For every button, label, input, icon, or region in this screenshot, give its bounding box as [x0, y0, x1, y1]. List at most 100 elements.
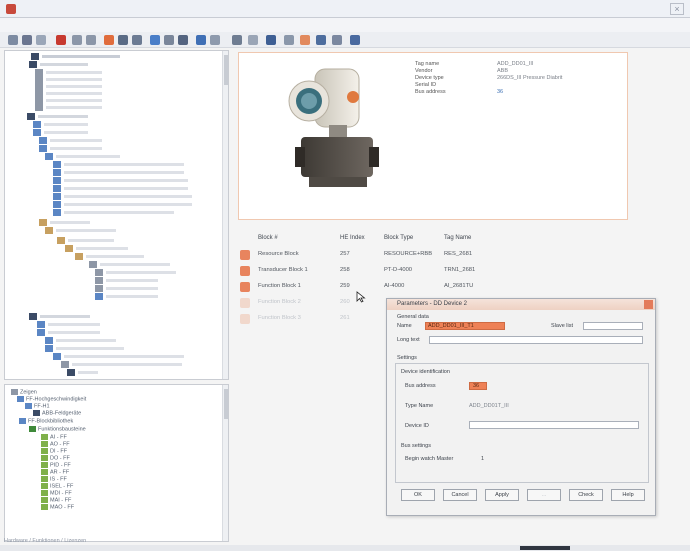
tree-node[interactable] — [53, 177, 188, 184]
tree-node[interactable] — [53, 201, 192, 208]
catalog-node[interactable]: Zeigen — [11, 389, 37, 395]
catalog-node[interactable]: DO - FF — [41, 455, 70, 461]
connect-icon[interactable] — [150, 35, 160, 45]
tree-node[interactable] — [53, 169, 184, 176]
tree-scrollbar[interactable] — [222, 51, 228, 379]
tool-icon[interactable] — [178, 35, 188, 45]
tree-node[interactable] — [89, 261, 170, 268]
tool-icon[interactable] — [316, 35, 326, 45]
device-id-input[interactable] — [469, 421, 639, 429]
catalog-node[interactable]: MAI - FF — [41, 497, 71, 503]
tree-node[interactable] — [57, 237, 114, 244]
catalog-node[interactable]: Funktionsbausteine — [29, 426, 86, 432]
tree-node[interactable] — [31, 53, 120, 60]
tool-icon[interactable] — [164, 35, 174, 45]
tool-icon[interactable] — [104, 35, 114, 45]
tree-node[interactable] — [33, 121, 88, 128]
copy-icon[interactable] — [72, 35, 82, 45]
catalog-node[interactable]: FF-Blockbibliothek — [19, 418, 73, 424]
check-button[interactable]: Check — [569, 489, 603, 501]
bus-address-input[interactable]: 36 — [469, 382, 487, 390]
tree-node[interactable] — [53, 193, 192, 200]
tree-node[interactable] — [95, 269, 176, 276]
tree-node[interactable] — [45, 337, 116, 344]
catalog-node[interactable]: IS - FF — [41, 476, 67, 482]
tree-node[interactable] — [95, 277, 158, 284]
paste-icon[interactable] — [86, 35, 96, 45]
back-icon[interactable] — [8, 35, 18, 45]
catalog-node[interactable]: AR - FF — [41, 469, 69, 475]
tree-node[interactable] — [53, 209, 174, 216]
tree-node[interactable] — [35, 104, 102, 111]
tree-node[interactable] — [39, 219, 90, 226]
tree-node[interactable] — [95, 285, 158, 292]
ok-button[interactable]: OK — [401, 489, 435, 501]
tree-node[interactable] — [45, 227, 116, 234]
tree-node[interactable] — [29, 61, 88, 68]
tree-node[interactable] — [75, 253, 144, 260]
long-text-input[interactable] — [429, 336, 643, 344]
catalog-node[interactable]: MDI - FF — [41, 490, 72, 496]
tool-icon[interactable] — [284, 35, 294, 45]
tool-icon[interactable] — [232, 35, 242, 45]
name-input[interactable]: ADD_DD01_III_T1 — [425, 322, 505, 330]
tree-node[interactable] — [65, 245, 128, 252]
help-button[interactable]: Help — [611, 489, 645, 501]
catalog-node[interactable]: PID - FF — [41, 462, 71, 468]
catalog-node[interactable]: FF-H1 — [25, 403, 50, 409]
column-header[interactable]: Tag Name — [444, 232, 471, 244]
dialog-close-icon[interactable] — [644, 300, 653, 309]
tool-icon[interactable] — [132, 35, 142, 45]
project-tree[interactable] — [4, 50, 229, 380]
catalog-node[interactable]: FF-Hochgeschwindigkeit — [17, 396, 86, 402]
tool-icon[interactable] — [332, 35, 342, 45]
scrollbar-thumb[interactable] — [224, 55, 228, 85]
tree-node[interactable] — [33, 129, 88, 136]
property-row: Tag name ADD_DD01_III — [415, 61, 534, 67]
tool-icon[interactable] — [248, 35, 258, 45]
tree-node[interactable] — [53, 185, 188, 192]
catalog-node[interactable]: MAO - FF — [41, 504, 74, 510]
apply-button[interactable]: Apply — [485, 489, 519, 501]
tree-node[interactable] — [53, 161, 184, 168]
bus-param-value[interactable]: 1 — [481, 456, 484, 462]
scrollbar-thumb[interactable] — [224, 389, 228, 419]
table-row[interactable]: Resource Block 257 RESOURCE+RBB RES_2681 — [238, 248, 628, 263]
tree-node[interactable] — [95, 293, 158, 300]
tool-icon[interactable] — [210, 35, 220, 45]
table-row[interactable]: Transducer Block 1 258 PT-D-4000 TRN1_26… — [238, 264, 628, 279]
tool-icon[interactable] — [266, 35, 276, 45]
tree-node[interactable] — [45, 153, 120, 160]
column-header[interactable]: Block # — [258, 232, 278, 244]
tool-icon[interactable] — [300, 35, 310, 45]
table-row[interactable]: Function Block 1 259 AI-4000 AI_2681TU — [238, 280, 628, 295]
column-header[interactable]: Block Type — [384, 232, 413, 244]
tree-node[interactable] — [39, 137, 102, 144]
tool-icon[interactable] — [118, 35, 128, 45]
hardware-catalog[interactable]: Zeigen FF-Hochgeschwindigkeit FF-H1 ABB-… — [4, 384, 229, 542]
forward-icon[interactable] — [22, 35, 32, 45]
catalog-node[interactable]: ABB-Feldgeräte — [33, 410, 81, 416]
tree-node[interactable] — [37, 329, 100, 336]
home-icon[interactable] — [36, 35, 46, 45]
catalog-node[interactable]: ISEL - FF — [41, 483, 73, 489]
close-icon[interactable]: × — [670, 3, 684, 15]
tree-node[interactable] — [37, 321, 100, 328]
tree-node[interactable] — [61, 361, 182, 368]
tree-node[interactable] — [27, 113, 88, 120]
catalog-node[interactable]: AI - FF — [41, 434, 67, 440]
catalog-scrollbar[interactable] — [222, 385, 228, 541]
tree-node[interactable] — [53, 353, 184, 360]
cancel-button[interactable]: Cancel — [443, 489, 477, 501]
column-header[interactable]: HE Index — [340, 232, 365, 244]
tree-node[interactable] — [29, 313, 90, 320]
download-icon[interactable] — [196, 35, 206, 45]
tree-node[interactable] — [39, 145, 102, 152]
delete-icon[interactable] — [56, 35, 66, 45]
slot-input[interactable] — [583, 322, 643, 330]
tree-node[interactable] — [67, 369, 98, 376]
tree-node[interactable] — [45, 345, 124, 352]
tool-icon[interactable] — [350, 35, 360, 45]
catalog-node[interactable]: DI - FF — [41, 448, 67, 454]
catalog-node[interactable]: AO - FF — [41, 441, 70, 447]
